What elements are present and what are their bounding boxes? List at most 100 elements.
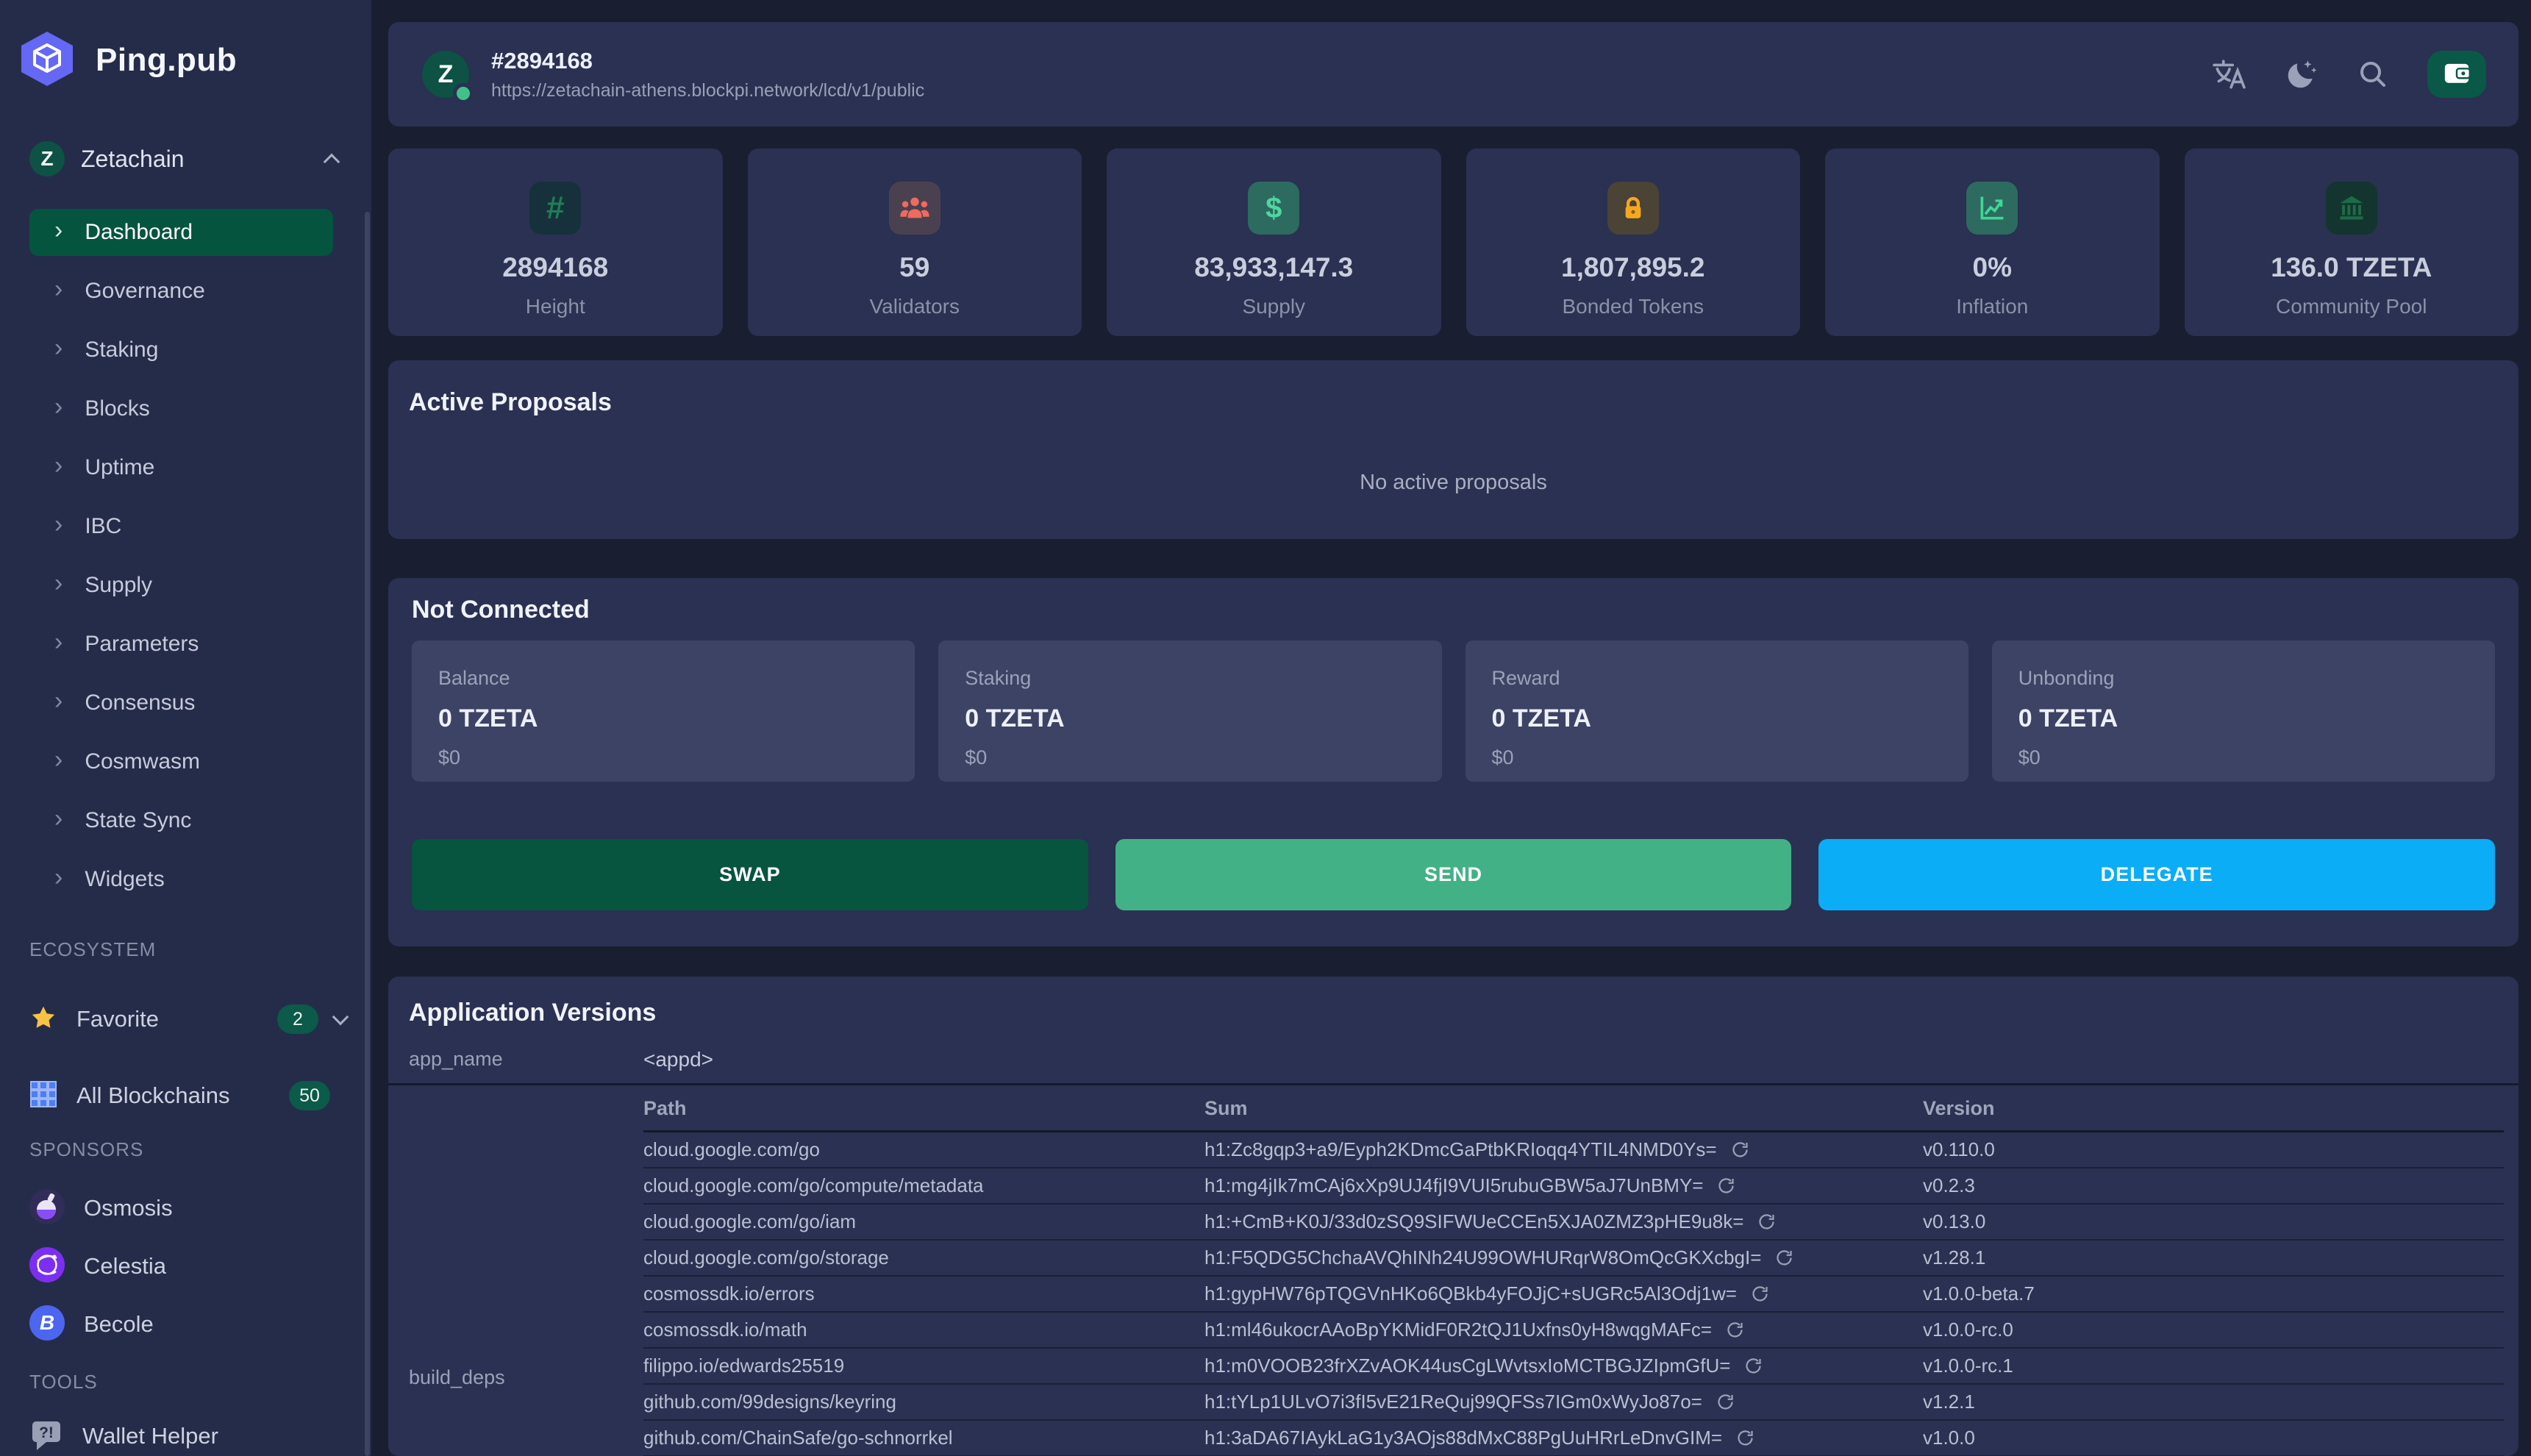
- menu-item-label: Uptime: [85, 455, 155, 479]
- deps-table-header: Path Sum Version: [643, 1085, 2504, 1132]
- sidebar-menu: › Dashboard › Governance › Staking › Blocks › Upt…: [0, 209, 371, 903]
- sponsor-item-celestia[interactable]: Celestia: [29, 1246, 357, 1286]
- chain-selector[interactable]: Z Zetachain: [29, 138, 357, 179]
- application-versions-panel: Application Versions app_name <appd> bui…: [388, 977, 2518, 1456]
- all-blockchains-count-badge: 50: [289, 1081, 330, 1110]
- column-header-path: Path: [643, 1097, 687, 1119]
- stat-label: Validators: [869, 295, 960, 318]
- delegate-button[interactable]: DELEGATE: [1818, 839, 2496, 910]
- app-root: Ping.pub Z Zetachain › Dashboard › Governan…: [0, 0, 2531, 1456]
- sponsor-item-becole[interactable]: B Becole: [29, 1305, 357, 1343]
- chain-name: Zetachain: [81, 145, 185, 172]
- wallet-box-amount: 0 TZETA: [965, 704, 1065, 732]
- celestia-icon: [29, 1246, 65, 1286]
- stat-value: 0%: [1972, 252, 2012, 282]
- stat-label: Inflation: [1956, 295, 2029, 318]
- sidebar-item-uptime[interactable]: › Uptime: [29, 444, 333, 491]
- dep-row: cloud.google.com/go h1:Zc8gqp3+a9/Eyph2KD…: [643, 1132, 2504, 1168]
- svg-text:?!: ?!: [39, 1424, 54, 1441]
- brand: Ping.pub: [0, 0, 371, 90]
- sidebar-item-dashboard[interactable]: › Dashboard: [29, 209, 333, 256]
- wallet-icon: [2441, 59, 2472, 90]
- search-icon[interactable]: [2357, 58, 2389, 90]
- send-button[interactable]: SEND: [1115, 839, 1792, 910]
- dep-row: github.com/99designs/keyring h1:tYLp1ULvO…: [643, 1385, 2504, 1421]
- stat-value: 83,933,147.3: [1194, 252, 1354, 282]
- stat-value: 59: [899, 252, 930, 282]
- sidebar-item-favorite[interactable]: Favorite 2: [29, 1000, 357, 1038]
- wallet-box-reward: Reward 0 TZETA $0: [1465, 640, 1968, 782]
- sidebar-item-blocks[interactable]: › Blocks: [29, 385, 333, 432]
- block-height-title: #2894168: [491, 47, 593, 74]
- dep-row: cloud.google.com/go/storage h1:F5QDG5Chch…: [643, 1241, 2504, 1277]
- proposals-title: Active Proposals: [409, 388, 612, 416]
- sidebar-item-staking[interactable]: › Staking: [29, 326, 333, 374]
- sponsors-list: Osmosis Celestia B Becole: [0, 1188, 371, 1343]
- sponsors-section-label: SPONSORS: [29, 1138, 144, 1160]
- chart-icon: [1966, 182, 2018, 235]
- menu-item-label: Parameters: [85, 632, 199, 656]
- sidebar-item-consensus[interactable]: › Consensus: [29, 679, 333, 727]
- chain-avatar: Z: [422, 51, 474, 104]
- sponsor-label: Osmosis: [84, 1195, 173, 1221]
- dark-mode-moon-icon[interactable]: [2285, 57, 2318, 91]
- deps-table: Path Sum Version cloud.google.com/go h1:Z…: [643, 1085, 2504, 1456]
- sidebar-item-ibc[interactable]: › IBC: [29, 503, 333, 550]
- dep-row: cloud.google.com/go/compute/metadata h1:m…: [643, 1168, 2504, 1205]
- dep-sum: h1:m0VOOB23frXZvAOK44usCgLWvtsxIoMCTBGJZ…: [1204, 1355, 1731, 1377]
- tools-section-label: TOOLS: [29, 1371, 98, 1393]
- zetachain-icon: Z: [29, 141, 65, 176]
- menu-item-label: Governance: [85, 279, 205, 303]
- dep-path: github.com/ChainSafe/go-schnorrkel: [643, 1427, 953, 1449]
- dep-version: v1.0.0-rc.1: [1923, 1355, 2013, 1377]
- refresh-icon: [1743, 1356, 1763, 1376]
- dep-path: cosmossdk.io/errors: [643, 1282, 815, 1305]
- sponsor-label: Becole: [84, 1311, 154, 1337]
- refresh-icon: [1725, 1320, 1745, 1340]
- dep-version: v1.0.0-rc.0: [1923, 1318, 2013, 1341]
- stat-card-height: #2894168 Height: [388, 149, 723, 336]
- lock-icon: [1607, 182, 1659, 235]
- ecosystem-section-label: ECOSYSTEM: [29, 938, 157, 960]
- sidebar-item-supply[interactable]: › Supply: [29, 562, 333, 609]
- translate-icon[interactable]: [2211, 58, 2246, 90]
- dep-sum: h1:Zc8gqp3+a9/Eyph2KDmcGaPtbKRIoqq4YTIL4…: [1204, 1138, 1717, 1160]
- stat-card-inflation: 0% Inflation: [1825, 149, 2160, 336]
- refresh-icon: [1716, 1392, 1735, 1412]
- connect-wallet-button[interactable]: [2427, 51, 2486, 98]
- sidebar-item-all-blockchains[interactable]: All Blockchains 50: [29, 1077, 357, 1115]
- sidebar-item-state-sync[interactable]: › State Sync: [29, 797, 333, 844]
- sidebar-scrollbar[interactable]: [365, 212, 370, 1456]
- online-status-dot: [453, 83, 474, 104]
- dep-row: cosmossdk.io/math h1:ml46ukocrAAoBpYKMidF…: [643, 1313, 2504, 1349]
- wallet-status-title: Not Connected: [412, 596, 590, 624]
- dep-path: github.com/99designs/keyring: [643, 1391, 896, 1413]
- wallet-box-label: Staking: [965, 667, 1032, 689]
- ping-pub-logo-icon: [18, 30, 76, 91]
- refresh-icon: [1750, 1284, 1770, 1304]
- wallet-box-label: Balance: [438, 667, 510, 689]
- dep-path: filippo.io/edwards25519: [643, 1355, 845, 1377]
- wallet-actions: SWAP SEND DELEGATE: [412, 839, 2496, 910]
- dep-path: cloud.google.com/go/storage: [643, 1246, 889, 1268]
- stat-label: Community Pool: [2276, 295, 2427, 318]
- chevron-up-icon: [323, 153, 340, 171]
- app-versions-title: Application Versions: [409, 999, 657, 1027]
- sidebar-item-governance[interactable]: › Governance: [29, 268, 333, 315]
- stat-value: 136.0 TZETA: [2271, 252, 2432, 282]
- stat-card-validators: 59 Validators: [747, 149, 1082, 336]
- sponsor-item-osmosis[interactable]: Osmosis: [29, 1188, 357, 1228]
- svg-text:B: B: [40, 1311, 54, 1334]
- dep-sum: h1:3aDA67IAykLaG1y3AOjs88dMxC88PgUuHRrLe…: [1204, 1427, 1723, 1449]
- dollar-icon: $: [1248, 182, 1300, 235]
- osmosis-icon: [29, 1188, 65, 1228]
- wallet-box-label: Reward: [1491, 667, 1560, 689]
- swap-button[interactable]: SWAP: [412, 839, 1088, 910]
- sidebar-item-cosmwasm[interactable]: › Cosmwasm: [29, 738, 333, 785]
- menu-item-label: Blocks: [85, 396, 150, 421]
- favorite-count-badge: 2: [277, 1004, 318, 1034]
- wallet-box-amount: 0 TZETA: [2018, 704, 2118, 732]
- sidebar-item-wallet-helper[interactable]: ?! Wallet Helper: [29, 1418, 357, 1455]
- sidebar-item-parameters[interactable]: › Parameters: [29, 621, 333, 668]
- sidebar-item-widgets[interactable]: › Widgets: [29, 856, 333, 903]
